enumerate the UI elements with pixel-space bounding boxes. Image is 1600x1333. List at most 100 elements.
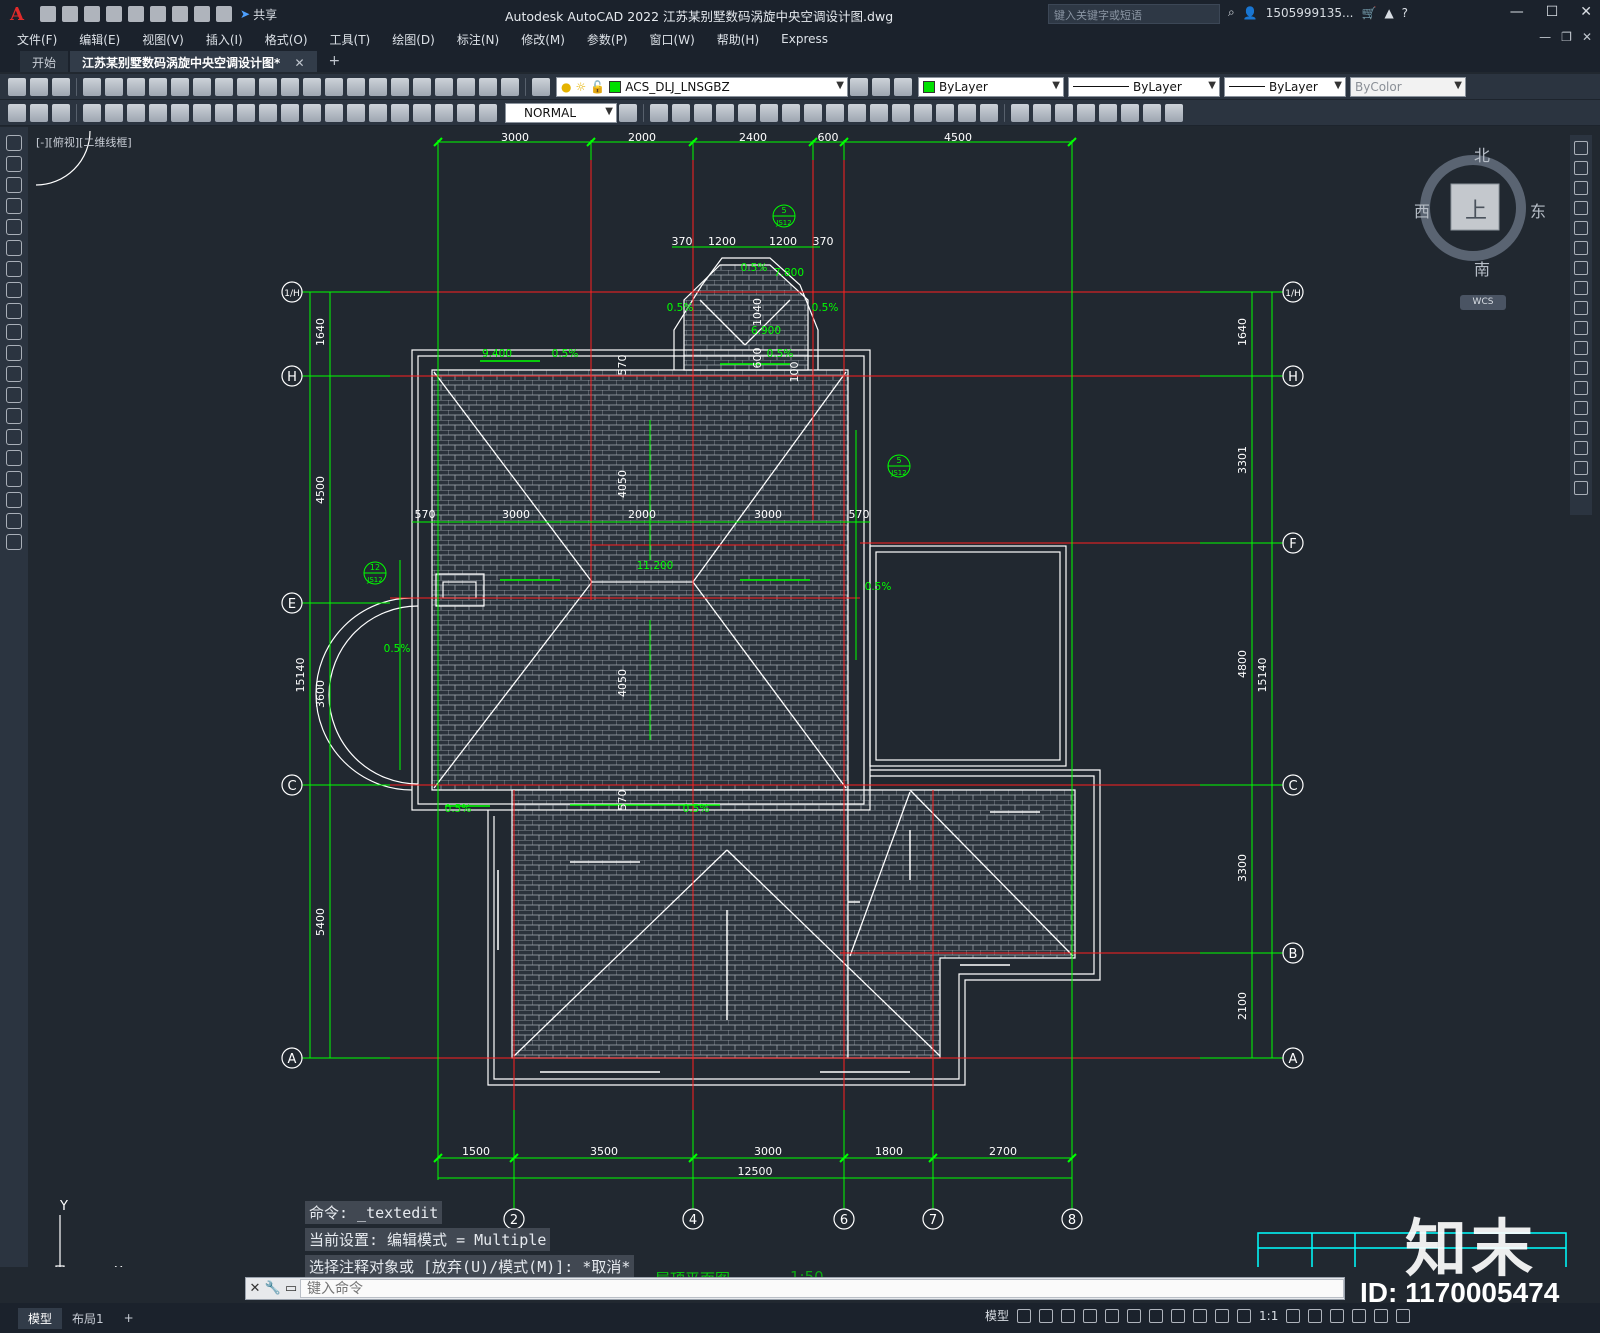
sheetset-icon[interactable]: [435, 77, 453, 96]
layer-match-icon[interactable]: [30, 103, 48, 122]
dim-update-icon[interactable]: [479, 103, 497, 122]
copy-object-icon[interactable]: [672, 103, 690, 122]
copy-icon[interactable]: [171, 77, 189, 96]
annotation-scale[interactable]: 1:1: [1259, 1309, 1278, 1323]
drawing-canvas[interactable]: 3000 2000 2400 600 4500 1500 3500 3000 1…: [28, 127, 1570, 1267]
chamfer-icon[interactable]: [936, 103, 954, 122]
dim-space-icon[interactable]: [325, 103, 343, 122]
compass-west[interactable]: 西: [1414, 198, 1430, 222]
plus-icon[interactable]: [1308, 1308, 1323, 1323]
hatch-icon[interactable]: [6, 429, 22, 445]
redo-icon[interactable]: [216, 6, 232, 22]
insert-block-icon[interactable]: [6, 366, 22, 382]
arc-length-icon[interactable]: [127, 103, 145, 122]
baseline-dim-icon[interactable]: [281, 103, 299, 122]
search-icon[interactable]: ⌕: [1228, 5, 1235, 20]
command-input[interactable]: [300, 1279, 1344, 1298]
join-icon[interactable]: [914, 103, 932, 122]
tab-start[interactable]: 开始: [20, 51, 69, 72]
otrack-icon[interactable]: [1127, 1308, 1142, 1323]
hatch-icon[interactable]: [1077, 103, 1095, 122]
customize-menu-icon[interactable]: [1396, 1308, 1411, 1323]
region-icon[interactable]: [6, 471, 22, 487]
save-icon[interactable]: [52, 77, 70, 96]
blend-icon[interactable]: [1574, 461, 1588, 475]
redo-icon[interactable]: [259, 77, 277, 96]
new-tab-icon[interactable]: +: [319, 53, 351, 72]
zoom-realtime-icon[interactable]: [303, 77, 321, 96]
add-selected-icon[interactable]: [6, 534, 22, 550]
construction-line-icon[interactable]: [6, 156, 22, 172]
join-icon[interactable]: [1574, 401, 1588, 415]
erase-icon[interactable]: [650, 103, 668, 122]
explode-icon[interactable]: [1574, 481, 1588, 495]
menu-modify[interactable]: 修改(M): [510, 31, 576, 48]
menu-parametric[interactable]: 参数(P): [576, 31, 639, 48]
ortho-icon[interactable]: [1061, 1308, 1076, 1323]
gradient-icon[interactable]: [1099, 103, 1117, 122]
rotate-icon[interactable]: [782, 103, 800, 122]
tab-drawing[interactable]: 江苏某别墅数码涡旋中央空调设计图* ✕: [70, 51, 317, 72]
snap-icon[interactable]: [1039, 1308, 1054, 1323]
dim-text-edit-icon[interactable]: [457, 103, 475, 122]
polygon-icon[interactable]: [6, 198, 22, 214]
explode-icon[interactable]: [980, 103, 998, 122]
attribute-icon[interactable]: [1055, 103, 1073, 122]
mirror-icon[interactable]: [694, 103, 712, 122]
annotation-visibility-icon[interactable]: [1215, 1308, 1230, 1323]
menu-express[interactable]: Express: [770, 32, 839, 46]
maximize-icon[interactable]: ☐: [1546, 4, 1559, 20]
scale-icon[interactable]: [804, 103, 822, 122]
zoom-previous-icon[interactable]: [347, 77, 365, 96]
menu-draw[interactable]: 绘图(D): [381, 31, 446, 48]
tab-model[interactable]: 模型: [18, 1307, 63, 1329]
publish-icon[interactable]: [127, 77, 145, 96]
move-icon[interactable]: [1574, 241, 1588, 255]
close-icon[interactable]: ✕: [246, 1281, 264, 1296]
plot-icon[interactable]: [172, 6, 188, 22]
rectangle-icon[interactable]: [6, 219, 22, 235]
menu-help[interactable]: 帮助(H): [706, 31, 770, 48]
wrench-icon[interactable]: 🔧: [264, 1281, 282, 1296]
design-center-icon[interactable]: [391, 77, 409, 96]
viewcube[interactable]: 北 南 西 东 上: [1414, 146, 1546, 279]
arc-icon[interactable]: [6, 240, 22, 256]
radius-dim-icon[interactable]: [171, 103, 189, 122]
jogged-dim-icon[interactable]: [193, 103, 211, 122]
gradient-icon[interactable]: [6, 450, 22, 466]
circle-icon[interactable]: [6, 261, 22, 277]
calculator-icon[interactable]: [479, 77, 497, 96]
preview-icon[interactable]: [105, 77, 123, 96]
offset-icon[interactable]: [1574, 201, 1588, 215]
menu-format[interactable]: 格式(O): [254, 31, 319, 48]
copy-icon[interactable]: [1574, 161, 1588, 175]
viewcube-face-top[interactable]: 上: [1465, 193, 1487, 225]
autocad-logo[interactable]: A: [0, 0, 34, 28]
break-point-icon[interactable]: [1574, 361, 1588, 375]
polyline-icon[interactable]: [6, 177, 22, 193]
color-dropdown[interactable]: ByLayer ▼: [918, 76, 1064, 97]
cart-icon[interactable]: 🛒: [1361, 6, 1376, 20]
minimize-icon[interactable]: —: [1510, 4, 1524, 20]
break-icon[interactable]: [892, 103, 910, 122]
properties-icon[interactable]: [369, 77, 387, 96]
mtext-icon[interactable]: [1165, 103, 1183, 122]
open-icon[interactable]: [62, 6, 78, 22]
stretch-icon[interactable]: [826, 103, 844, 122]
compass-south[interactable]: 南: [1474, 256, 1490, 280]
compass-north[interactable]: 北: [1474, 142, 1490, 166]
lineweight-icon[interactable]: [1149, 1308, 1164, 1323]
line-icon[interactable]: [6, 135, 22, 151]
dim-break-icon[interactable]: [347, 103, 365, 122]
open-icon[interactable]: [30, 77, 48, 96]
linetype-dropdown[interactable]: ByLayer ▼: [1068, 76, 1220, 97]
fillet-icon[interactable]: [1574, 441, 1588, 455]
new-icon[interactable]: [40, 6, 56, 22]
plotstyle-dropdown[interactable]: ByColor ▼: [1350, 76, 1466, 97]
block-create-icon[interactable]: [1033, 103, 1051, 122]
user-name[interactable]: 1505999135...: [1266, 6, 1354, 20]
ellipse-arc-icon[interactable]: [6, 345, 22, 361]
doc-close-icon[interactable]: ✕: [1582, 30, 1592, 44]
add-layout-icon[interactable]: +: [114, 1309, 144, 1327]
mirror-icon[interactable]: [1574, 181, 1588, 195]
